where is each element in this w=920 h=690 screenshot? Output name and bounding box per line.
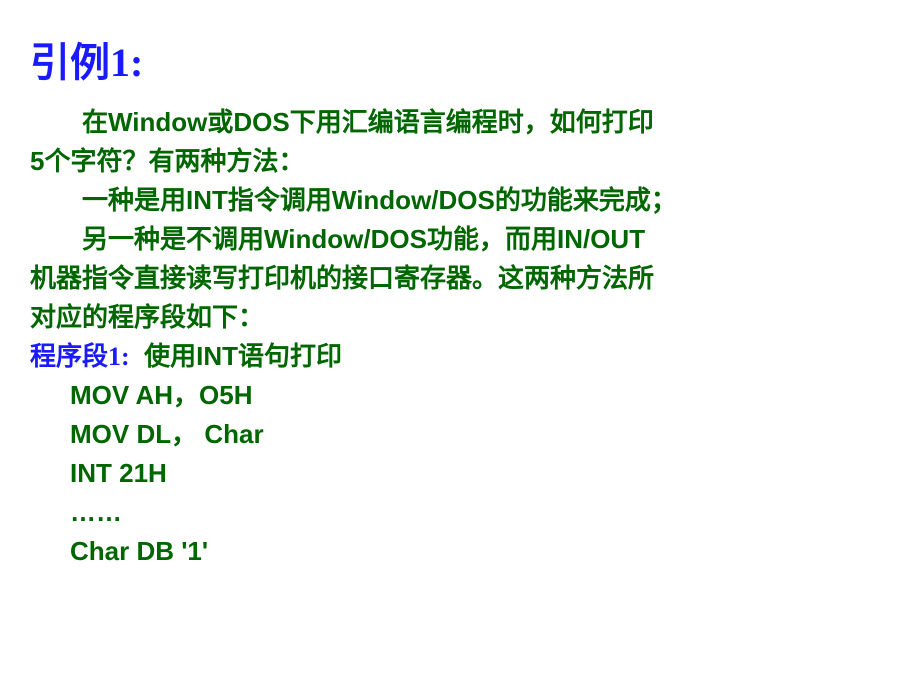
- section1-row: 程序段1: 使用INT语句打印: [30, 337, 890, 376]
- code-line-3: INT 21H: [30, 454, 890, 493]
- para2-line1: 一种是用INT指令调用Window/DOS的功能来完成；: [30, 181, 890, 220]
- code-line-1: MOV AH，O5H: [30, 376, 890, 415]
- para1-line2: 5个字符？有两种方法：: [30, 142, 890, 181]
- para3-line1: 另一种是不调用Window/DOS功能，而用IN/OUT: [30, 220, 890, 259]
- slide-title: 引例1:: [30, 30, 890, 88]
- code-line-4: ……: [30, 493, 890, 532]
- section1-desc: 使用INT语句打印: [144, 341, 342, 371]
- para3-line2: 机器指令直接读写打印机的接口寄存器。这两种方法所: [30, 259, 890, 298]
- section1-label: 程序段1:: [30, 342, 130, 371]
- para3-line3: 对应的程序段如下：: [30, 298, 890, 337]
- code-line-5: Char DB '1': [30, 532, 890, 571]
- code-line-2: MOV DL， Char: [30, 415, 890, 454]
- para1-line1: 在Window或DOS下用汇编语言编程时，如何打印: [30, 103, 890, 142]
- slide-body: 在Window或DOS下用汇编语言编程时，如何打印 5个字符？有两种方法： 一种…: [30, 103, 890, 571]
